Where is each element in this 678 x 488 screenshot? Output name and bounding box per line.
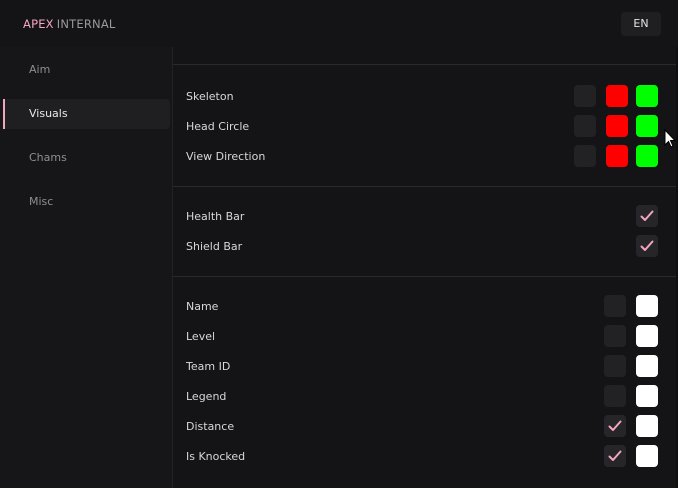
mouse-cursor-icon bbox=[664, 129, 676, 148]
skeleton-color-off[interactable] bbox=[574, 85, 596, 107]
skeleton-color-green[interactable] bbox=[636, 85, 658, 107]
shield-bar-label: Shield Bar bbox=[186, 240, 243, 253]
team-id-checkbox[interactable] bbox=[604, 355, 626, 377]
view-direction-color-off[interactable] bbox=[574, 145, 596, 167]
check-icon bbox=[640, 240, 654, 251]
language-button[interactable]: EN bbox=[621, 12, 661, 36]
distance-checkbox[interactable] bbox=[604, 415, 626, 437]
sidebar-item-visuals[interactable]: Visuals bbox=[3, 99, 170, 129]
health-bar-checkbox[interactable] bbox=[636, 205, 658, 227]
check-icon bbox=[640, 210, 654, 221]
visuals-panel: Skeleton Head Circle View Direction Heal… bbox=[172, 47, 677, 488]
section-divider bbox=[173, 64, 677, 65]
head-circle-color-off[interactable] bbox=[574, 115, 596, 137]
shield-bar-checkbox[interactable] bbox=[636, 235, 658, 257]
brand-primary: APEX bbox=[23, 17, 54, 31]
view-direction-label: View Direction bbox=[186, 150, 266, 163]
level-color[interactable] bbox=[636, 325, 658, 347]
level-checkbox[interactable] bbox=[604, 325, 626, 347]
distance-label: Distance bbox=[186, 420, 235, 433]
name-label: Name bbox=[186, 300, 219, 313]
view-direction-color-green[interactable] bbox=[636, 145, 658, 167]
is-knocked-label: Is Knocked bbox=[186, 450, 246, 463]
team-id-label: Team ID bbox=[186, 360, 231, 373]
sidebar-item-aim[interactable]: Aim bbox=[3, 55, 170, 85]
team-id-color[interactable] bbox=[636, 355, 658, 377]
is-knocked-checkbox[interactable] bbox=[604, 445, 626, 467]
section-divider bbox=[173, 276, 677, 277]
head-circle-color-green[interactable] bbox=[636, 115, 658, 137]
sidebar-item-chams[interactable]: Chams bbox=[3, 143, 170, 173]
app-brand: APEX INTERNAL bbox=[23, 17, 116, 31]
head-circle-color-red[interactable] bbox=[606, 115, 628, 137]
legend-label: Legend bbox=[186, 390, 227, 403]
level-label: Level bbox=[186, 330, 216, 343]
skeleton-label: Skeleton bbox=[186, 90, 234, 103]
health-bar-label: Health Bar bbox=[186, 210, 245, 223]
head-circle-label: Head Circle bbox=[186, 120, 250, 133]
view-direction-color-red[interactable] bbox=[606, 145, 628, 167]
check-icon bbox=[608, 450, 622, 461]
legend-color[interactable] bbox=[636, 385, 658, 407]
distance-color[interactable] bbox=[636, 415, 658, 437]
check-icon bbox=[608, 420, 622, 431]
brand-secondary: INTERNAL bbox=[56, 17, 116, 31]
sidebar: Aim Visuals Chams Misc bbox=[0, 47, 172, 488]
sidebar-item-misc[interactable]: Misc bbox=[3, 187, 170, 217]
name-color[interactable] bbox=[636, 295, 658, 317]
section-divider bbox=[173, 186, 677, 187]
name-checkbox[interactable] bbox=[604, 295, 626, 317]
top-bar: APEX INTERNAL EN bbox=[0, 0, 678, 47]
is-knocked-color[interactable] bbox=[636, 445, 658, 467]
skeleton-color-red[interactable] bbox=[606, 85, 628, 107]
legend-checkbox[interactable] bbox=[604, 385, 626, 407]
